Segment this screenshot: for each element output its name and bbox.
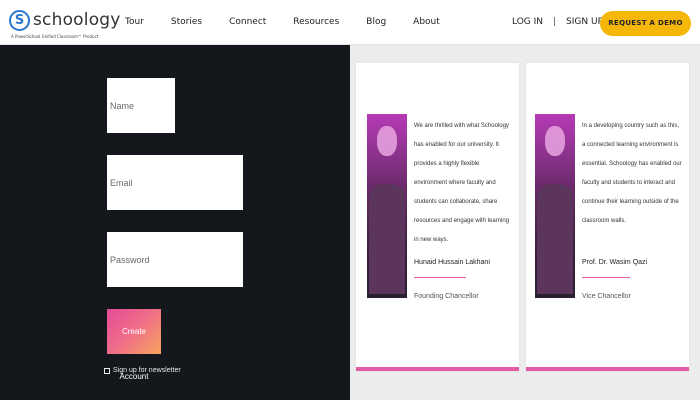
testimonial-card: In a developing country such as this, a … [526, 63, 689, 371]
newsletter-checkbox[interactable] [104, 367, 110, 374]
portrait-head [545, 126, 565, 156]
signup-link[interactable]: SIGN UP [566, 17, 603, 27]
portrait-body [369, 184, 405, 294]
name-divider [414, 277, 466, 278]
nav-tour[interactable]: Tour [125, 17, 144, 27]
name-placeholder: Name [110, 100, 135, 111]
nav-connect[interactable]: Connect [229, 17, 266, 27]
request-demo-button[interactable]: REQUEST A DEMO [600, 11, 691, 36]
testimonial-name: Prof. Dr. Wasim Qazi [582, 259, 648, 266]
nav-blog[interactable]: Blog [366, 17, 386, 27]
portrait-head [377, 126, 397, 156]
create-account-button[interactable]: Create Account [107, 309, 161, 381]
nav-resources[interactable]: Resources [293, 17, 339, 27]
nav-stories[interactable]: Stories [171, 17, 202, 27]
schoology-logo-icon: S [9, 10, 30, 31]
name-field[interactable]: Name [107, 78, 175, 133]
password-placeholder: Password [110, 254, 150, 265]
testimonial-role: Founding Chancellor [414, 293, 479, 300]
password-field[interactable]: Password [107, 232, 243, 287]
newsletter-consent[interactable]: Sign up for newsletter [104, 367, 181, 374]
nav-about[interactable]: About [413, 17, 440, 27]
logo-tagline: A PowerSchool Unified Classroom™ Product [11, 34, 99, 39]
main-nav: Tour Stories Connect Resources Blog Abou… [125, 17, 467, 27]
schoology-logo[interactable]: S schoology A PowerSchool Unified Classr… [9, 9, 120, 41]
portrait-body [537, 184, 573, 294]
testimonials-panel: We are thrilled with what Schoology has … [350, 45, 700, 400]
testimonial-name: Hunaid Hussain Lakhani [414, 259, 490, 266]
testimonial-role: Vice Chancellor [582, 293, 631, 300]
signup-panel: Name Email Password Create Account Sign … [0, 45, 350, 400]
email-placeholder: Email [110, 177, 133, 188]
testimonial-card: We are thrilled with what Schoology has … [356, 63, 519, 371]
auth-separator: | [553, 17, 557, 27]
login-link[interactable]: LOG IN [512, 17, 543, 27]
testimonial-quote: In a developing country such as this, a … [582, 123, 682, 224]
portrait-photo [367, 114, 407, 298]
portrait-photo [535, 114, 575, 298]
email-field[interactable]: Email [107, 155, 243, 210]
auth-links: LOG IN | SIGN UP [512, 17, 603, 27]
logo-wordmark: schoology [33, 10, 121, 30]
page: S schoology A PowerSchool Unified Classr… [0, 0, 700, 400]
testimonial-quote: We are thrilled with what Schoology has … [414, 123, 510, 243]
name-divider [582, 277, 630, 278]
site-header: S schoology A PowerSchool Unified Classr… [0, 0, 700, 45]
newsletter-label: Sign up for newsletter [113, 367, 181, 374]
